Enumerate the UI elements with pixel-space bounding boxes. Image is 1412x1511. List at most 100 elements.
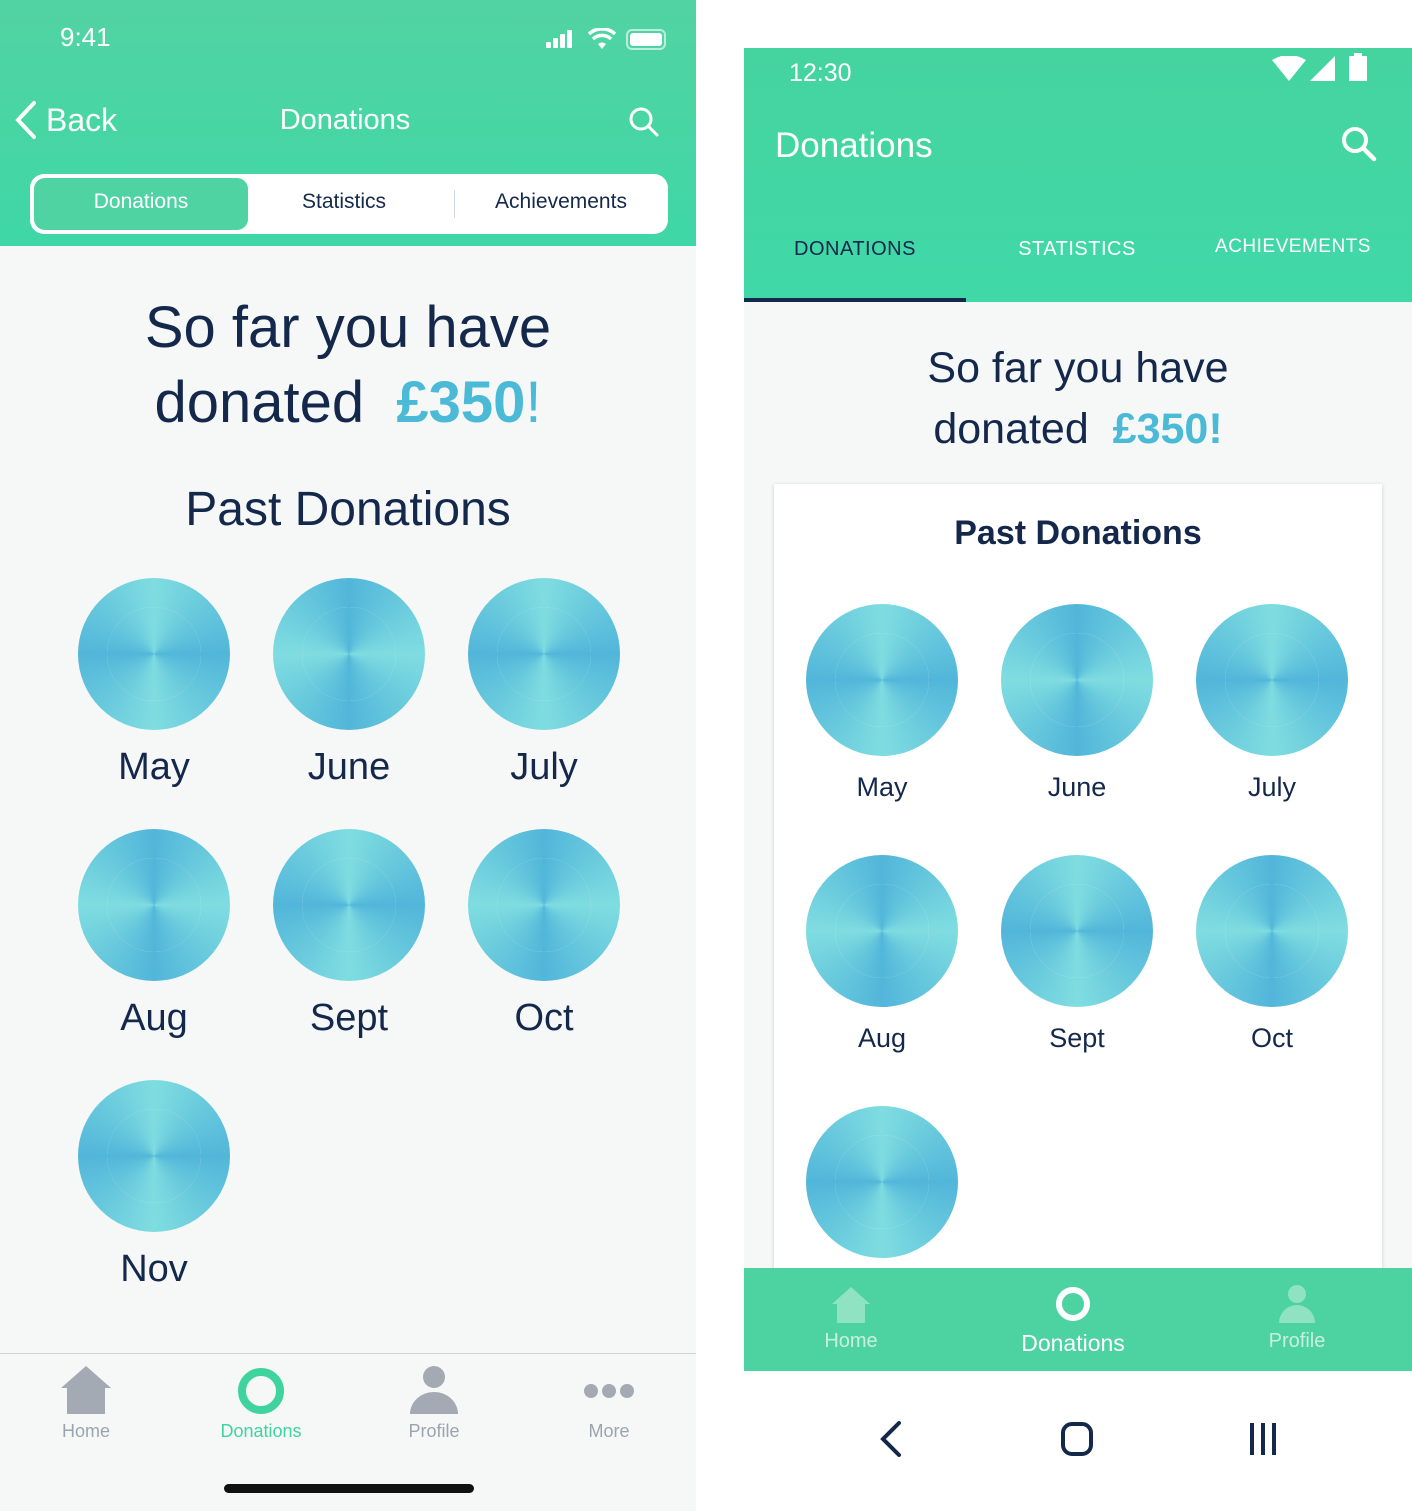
segmented-control: Donations Statistics Achievements	[30, 174, 668, 234]
past-donations-card: Past Donations May June July Aug Sept Oct	[774, 484, 1382, 1274]
donut-hole	[107, 607, 201, 701]
chevron-left-icon	[15, 101, 36, 139]
signal-icon	[1310, 56, 1335, 81]
past-donations-title: Past Donations	[954, 514, 1202, 552]
ellipsis-icon	[584, 1384, 634, 1398]
summary-line1: So far you have	[927, 344, 1229, 392]
donation-donut-july[interactable]	[468, 578, 620, 730]
donation-summary: So far you have donated £350!	[744, 338, 1412, 460]
nav-home-label: Home	[824, 1330, 878, 1352]
segment-donations[interactable]: Donations	[34, 190, 248, 214]
nav-profile[interactable]: Profile	[1197, 1284, 1397, 1353]
donut-hole	[302, 858, 396, 952]
donut-hole	[835, 1135, 929, 1229]
battery-icon	[1349, 53, 1367, 81]
home-indicator[interactable]	[224, 1484, 474, 1493]
donation-donut-may[interactable]	[78, 578, 230, 730]
donut-hole	[1030, 884, 1124, 978]
donut-hole	[835, 884, 929, 978]
month-label: May	[856, 772, 908, 802]
person-icon	[1279, 1285, 1315, 1323]
back-label: Back	[46, 101, 118, 138]
system-home-icon[interactable]	[1060, 1421, 1094, 1457]
tab-home-label: Home	[61, 1421, 110, 1441]
donut-hole	[497, 607, 591, 701]
battery-icon	[626, 29, 666, 50]
ios-screen: 9:41 Back Donations Donations Statistics…	[0, 0, 696, 1511]
month-label: Aug	[120, 997, 188, 1039]
person-icon	[410, 1366, 458, 1414]
donut-hole	[835, 633, 929, 727]
search-icon[interactable]	[628, 106, 660, 138]
tab-achievements[interactable]: ACHIEVEMENTS	[1182, 236, 1404, 258]
month-label: June	[307, 746, 391, 788]
tab-indicator	[744, 298, 966, 302]
month-label: Aug	[857, 1023, 907, 1053]
donation-donut-may[interactable]	[806, 604, 958, 756]
donation-donut-[interactable]	[806, 1106, 958, 1258]
signal-icon	[546, 30, 574, 48]
tab-donations[interactable]: DONATIONS	[744, 238, 966, 261]
bottom-navigation: Home Donations Profile	[744, 1268, 1412, 1371]
donation-donut-oct[interactable]	[1196, 855, 1348, 1007]
back-button[interactable]: Back	[14, 100, 117, 140]
wifi-icon	[588, 28, 616, 49]
donut-hole	[1225, 884, 1319, 978]
donation-donut-nov[interactable]	[78, 1080, 230, 1232]
tab-profile-label: Profile	[408, 1421, 460, 1441]
donut-hole	[107, 1109, 201, 1203]
tab-more-label: More	[588, 1421, 630, 1441]
donation-donut-june[interactable]	[273, 578, 425, 730]
tab-home[interactable]: Home	[6, 1364, 166, 1442]
system-navigation-bar	[744, 1371, 1412, 1510]
donut-hole	[1225, 633, 1319, 727]
donation-amount: £350	[396, 370, 526, 435]
past-donations-title: Past Donations	[185, 483, 511, 536]
segment-statistics[interactable]: Statistics	[244, 190, 444, 214]
nav-donations[interactable]: Donations	[973, 1284, 1173, 1357]
month-label: Sept	[1049, 1023, 1105, 1053]
month-label: Oct	[514, 997, 574, 1039]
donut-hole	[302, 607, 396, 701]
donut-hole	[107, 858, 201, 952]
system-back-icon[interactable]	[878, 1420, 904, 1458]
donation-donut-oct[interactable]	[468, 829, 620, 981]
donation-donut-aug[interactable]	[806, 855, 958, 1007]
tab-more[interactable]: More	[529, 1364, 689, 1442]
month-label: Sept	[309, 997, 389, 1039]
house-icon	[832, 1287, 870, 1323]
donation-summary: So far you have donated £350!	[0, 290, 696, 440]
nav-profile-label: Profile	[1268, 1330, 1326, 1352]
ring-icon	[1056, 1287, 1090, 1321]
donation-donut-aug[interactable]	[78, 829, 230, 981]
system-recents-icon[interactable]	[1247, 1421, 1279, 1457]
segment-achievements[interactable]: Achievements	[454, 190, 668, 214]
tab-donations[interactable]: Donations	[181, 1366, 341, 1442]
month-label: July	[510, 746, 578, 788]
tab-profile[interactable]: Profile	[354, 1364, 514, 1442]
page-title: Donations	[279, 104, 411, 136]
donation-donut-june[interactable]	[1001, 604, 1153, 756]
summary-line2: donated	[154, 370, 365, 435]
month-label: July	[1247, 772, 1296, 802]
status-time: 12:30	[789, 59, 852, 87]
search-icon[interactable]	[1341, 126, 1377, 162]
donation-donut-july[interactable]	[1196, 604, 1348, 756]
tab-statistics[interactable]: STATISTICS	[966, 238, 1188, 261]
donut-hole	[497, 858, 591, 952]
month-label: May	[118, 746, 190, 788]
month-label: Oct	[1250, 1023, 1293, 1053]
donation-amount: £350!	[1112, 405, 1223, 453]
tab-donations-label: Donations	[220, 1421, 302, 1441]
ring-icon	[238, 1368, 284, 1414]
month-label: June	[1047, 772, 1107, 802]
summary-line1: So far you have	[144, 295, 552, 360]
donation-donut-sept[interactable]	[273, 829, 425, 981]
nav-home[interactable]: Home	[751, 1286, 951, 1353]
house-icon	[61, 1366, 111, 1414]
summary-line2: donated	[933, 405, 1089, 453]
amount-suffix: !	[525, 370, 542, 435]
status-time: 9:41	[60, 22, 111, 52]
donation-donut-sept[interactable]	[1001, 855, 1153, 1007]
android-screen: 12:30 Donations DONATIONS STATISTICS ACH…	[744, 48, 1412, 1510]
